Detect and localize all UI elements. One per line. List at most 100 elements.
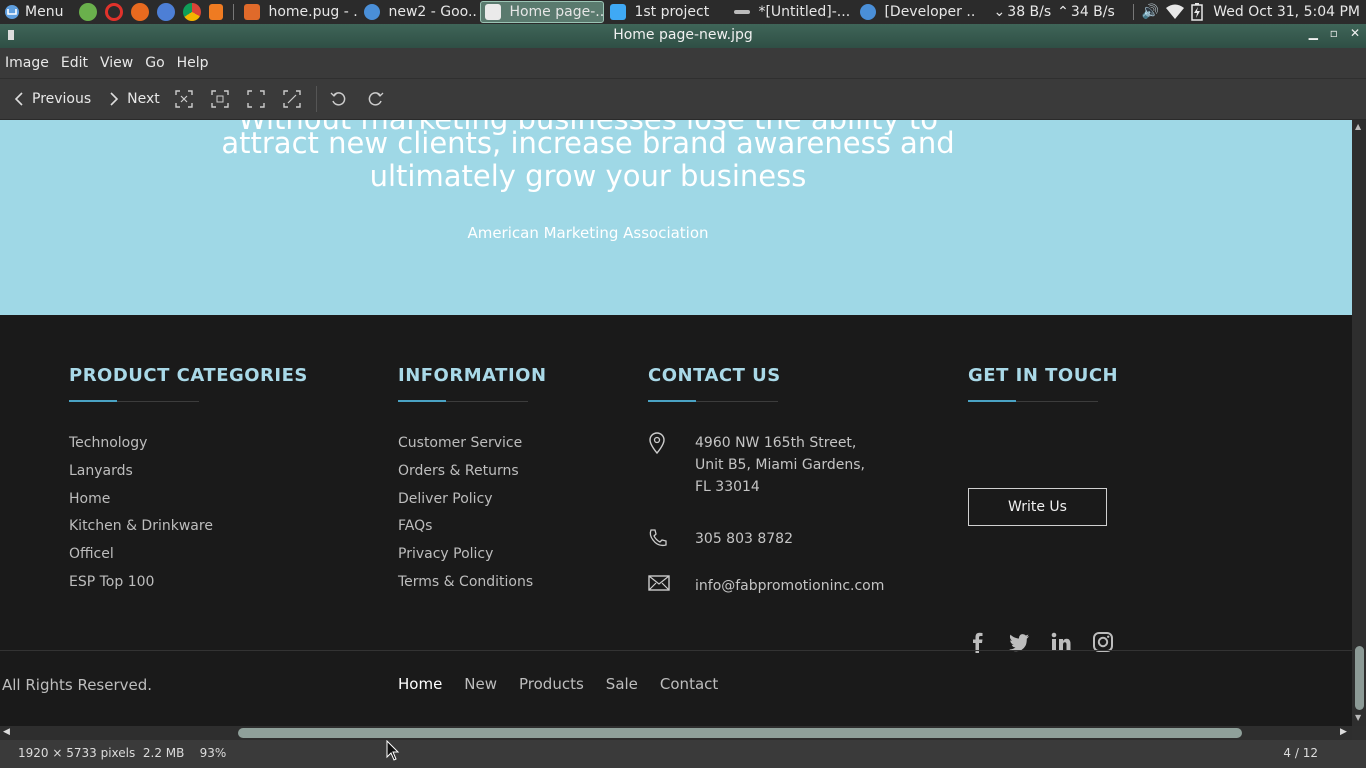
scroll-up-icon[interactable]: ▲: [1355, 122, 1361, 131]
horizontal-scroll-thumb[interactable]: [238, 728, 1242, 738]
folder-icon: [610, 4, 627, 20]
net-down-icon: ⌄: [993, 4, 1006, 20]
address-line-2: Unit B5, Miami Gardens,: [695, 457, 865, 473]
menu-help[interactable]: Help: [177, 55, 209, 71]
opera-icon[interactable]: [105, 3, 124, 21]
chrome-icon[interactable]: [183, 3, 202, 21]
task-new2-chrome[interactable]: new2 - Goo...: [360, 1, 478, 23]
net-down: 38 B/s: [1007, 4, 1052, 20]
mouse-cursor-icon: [386, 740, 400, 761]
category-link: Home: [69, 490, 111, 507]
info-link: Deliver Policy: [398, 490, 493, 507]
firefox-icon[interactable]: [131, 3, 150, 21]
info-link: Terms & Conditions: [398, 573, 534, 590]
chromium-icon[interactable]: [157, 3, 176, 21]
toolbar-separator: [315, 86, 317, 112]
zoom-original-icon[interactable]: [208, 87, 232, 111]
task-1st-project[interactable]: 1st project: [606, 1, 728, 23]
rotate-right-icon[interactable]: [363, 87, 387, 111]
vertical-scrollbar[interactable]: ▲ ▼: [1352, 120, 1366, 726]
menu-go[interactable]: Go: [145, 55, 164, 71]
menubar: Image Edit View Go Help: [0, 48, 1366, 78]
window-title: Home page-new.jpg: [613, 27, 753, 43]
email-address: info@fabpromotioninc.com: [695, 578, 885, 594]
menu-image[interactable]: Image: [5, 55, 49, 71]
next-button[interactable]: Next: [109, 91, 160, 107]
vertical-scroll-thumb[interactable]: [1355, 646, 1364, 710]
information-heading: INFORMATION: [398, 365, 547, 386]
battery-icon[interactable]: [1191, 3, 1203, 21]
zoom-level: 93%: [199, 746, 227, 760]
map-pin-icon: [649, 432, 665, 455]
contact-phone: 305 803 8782: [648, 528, 793, 555]
site-footer: PRODUCT CATEGORIES Technology Lanyards H…: [0, 315, 1352, 726]
category-link: Technology: [69, 435, 148, 451]
envelope-icon: [648, 575, 670, 591]
image-dimensions: 1920 × 5733 pixels: [18, 746, 136, 760]
net-up: 34 B/s: [1070, 4, 1115, 20]
footer-nav-contact: Contact: [659, 675, 719, 693]
touch-heading: GET IN TOUCH: [968, 365, 1119, 386]
task-home-pug[interactable]: home.pug - ...: [240, 1, 358, 23]
wifi-icon[interactable]: [1165, 4, 1185, 20]
tray-separator: [1132, 4, 1134, 20]
close-icon[interactable]: ✕: [1350, 26, 1360, 40]
system-tray: ⌄ 38 B/s ⌃ 34 B/s 🔊 Wed Oct 31, 5:04 PM: [994, 0, 1366, 24]
chevron-left-icon: [14, 92, 23, 106]
chevron-right-icon: [110, 92, 119, 106]
categories-heading: PRODUCT CATEGORIES: [69, 365, 308, 386]
info-link: Privacy Policy: [398, 546, 494, 563]
minimize-icon[interactable]: ▁: [1309, 26, 1318, 40]
horizontal-scrollbar[interactable]: ◀ ▶: [0, 726, 1352, 740]
address-line-3: FL 33014: [695, 479, 760, 495]
write-us-button[interactable]: Write Us: [968, 488, 1107, 526]
image-filesize: 2.2 MB: [142, 746, 185, 760]
android-studio-icon[interactable]: [79, 3, 98, 21]
task-label: new2 - Goo...: [388, 4, 479, 20]
heading-underline: [69, 400, 199, 402]
chrome-icon: [860, 4, 877, 20]
task-untitled[interactable]: *[Untitled]-...: [730, 1, 854, 23]
scroll-down-icon[interactable]: ▼: [1355, 713, 1361, 722]
image-viewport[interactable]: Without marketing businesses lose the ab…: [0, 120, 1352, 726]
scroll-left-icon[interactable]: ◀: [3, 727, 10, 737]
clock[interactable]: Wed Oct 31, 5:04 PM: [1213, 4, 1360, 20]
task-developer[interactable]: [Developer ...: [856, 1, 974, 23]
window-titlebar: Home page-new.jpg ▁ ▫ ✕: [0, 24, 1366, 48]
footer-nav-home: Home: [398, 675, 443, 693]
mint-logo-icon: [5, 5, 19, 19]
footer-nav-products: Products: [519, 675, 584, 693]
fullscreen-icon[interactable]: [244, 87, 268, 111]
editor-icon: [734, 10, 751, 14]
zoom-best-fit-icon[interactable]: [280, 87, 304, 111]
info-link: FAQs: [398, 518, 433, 535]
maximize-icon[interactable]: ▫: [1330, 26, 1338, 40]
menu-button[interactable]: Menu: [0, 0, 75, 24]
heading-underline: [648, 400, 778, 402]
sublime-icon[interactable]: [209, 4, 224, 20]
task-label: [Developer ...: [884, 4, 975, 20]
heading-underline: [968, 400, 1098, 402]
task-home-page-viewer[interactable]: Home page-...: [480, 1, 605, 23]
hero-quote-section: Without marketing businesses lose the ab…: [0, 120, 1352, 315]
contact-address: 4960 NW 165th Street, Unit B5, Miami Gar…: [648, 432, 865, 498]
scroll-right-icon[interactable]: ▶: [1340, 727, 1347, 737]
previous-button[interactable]: Previous: [14, 91, 91, 107]
category-link: Officel: [69, 546, 114, 563]
category-link: ESP Top 100: [69, 573, 155, 590]
contact-heading: CONTACT US: [648, 365, 781, 386]
footer-nav-sale: Sale: [605, 675, 638, 693]
footer-column-information: INFORMATION Customer Service Orders & Re…: [398, 365, 547, 601]
task-label: 1st project: [634, 4, 710, 20]
phone-icon: [649, 529, 667, 547]
volume-icon[interactable]: 🔊: [1142, 4, 1159, 20]
phone-number: 305 803 8782: [695, 531, 793, 547]
contact-email: info@fabpromotioninc.com: [648, 575, 884, 598]
footer-divider: [0, 650, 1352, 651]
menu-edit[interactable]: Edit: [61, 55, 88, 71]
footer-column-touch: GET IN TOUCH Write Us: [968, 365, 1128, 665]
category-link: Kitchen & Drinkware: [69, 518, 213, 535]
zoom-fit-icon[interactable]: [172, 87, 196, 111]
menu-view[interactable]: View: [100, 55, 133, 71]
rotate-left-icon[interactable]: [327, 87, 351, 111]
